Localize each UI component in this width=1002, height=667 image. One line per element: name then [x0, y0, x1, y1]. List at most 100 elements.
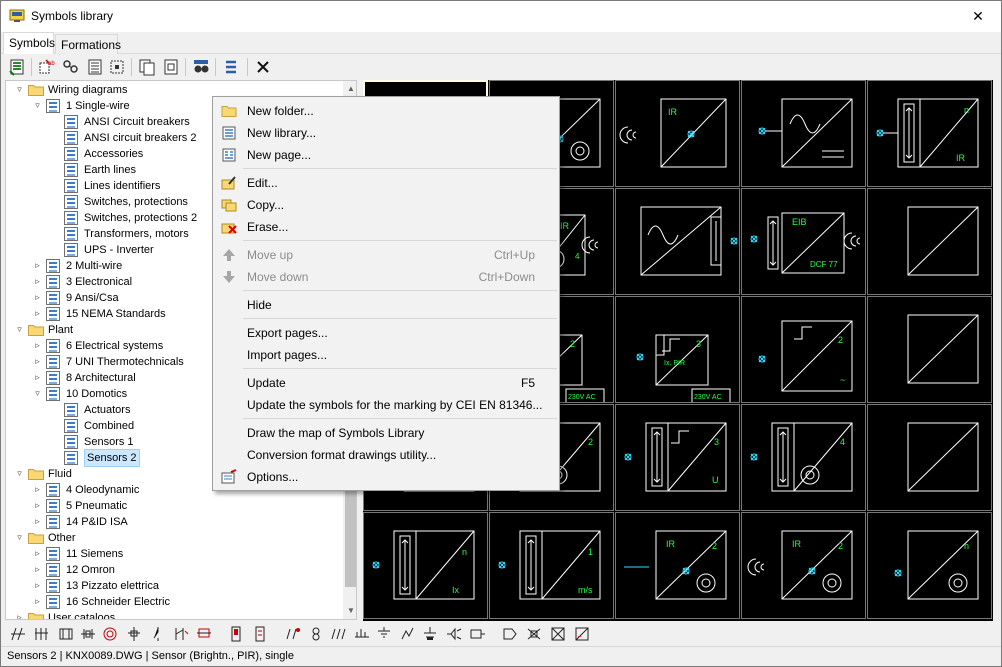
- coil-icon[interactable]: [125, 625, 143, 643]
- menu-item-erase[interactable]: Erase...: [215, 216, 557, 238]
- chevron-right-icon[interactable]: ▹: [32, 372, 43, 383]
- lamp-icon[interactable]: [101, 625, 119, 643]
- chevron-down-icon[interactable]: ▿: [14, 532, 25, 543]
- menu-item-edit[interactable]: Edit...: [215, 172, 557, 194]
- paste-page-icon[interactable]: [161, 57, 181, 77]
- sensor-icon[interactable]: [445, 625, 463, 643]
- tree-item[interactable]: ▹ 5 Pneumatic: [6, 498, 342, 514]
- menu-item-conversion-format-drawings-utility[interactable]: Conversion format drawings utility...: [215, 444, 557, 466]
- menu-item-new-library[interactable]: New library...: [215, 122, 557, 144]
- tree-item[interactable]: ▹ User cataloos: [6, 610, 342, 619]
- earth-icon[interactable]: [399, 625, 417, 643]
- symbol-cell[interactable]: [867, 404, 992, 511]
- relay-icon[interactable]: [57, 625, 75, 643]
- tree-item[interactable]: ▹ 14 P&ID ISA: [6, 514, 342, 530]
- fuse-icon[interactable]: [195, 625, 213, 643]
- list-view-icon[interactable]: [221, 57, 241, 77]
- box-diag-icon[interactable]: [597, 625, 615, 643]
- symbol-cell[interactable]: 1 m/s: [489, 512, 614, 619]
- chevron-right-icon[interactable]: ▹: [32, 484, 43, 495]
- pushbutton-icon[interactable]: [501, 625, 519, 643]
- capacitor-icon[interactable]: [375, 625, 393, 643]
- new-page-icon[interactable]: ab: [37, 57, 57, 77]
- scroll-down-icon[interactable]: ▼: [343, 603, 356, 619]
- symbol-cell[interactable]: n: [867, 512, 992, 619]
- close-window-button[interactable]: ✕: [955, 1, 1001, 32]
- menu-item-options[interactable]: Options...: [215, 466, 557, 488]
- transformer-icon[interactable]: [283, 625, 301, 643]
- menu-item-draw-the-map-of-symbols-library[interactable]: Draw the map of Symbols Library: [215, 422, 557, 444]
- menu-item-move-down[interactable]: Move down Ctrl+Down: [215, 266, 557, 288]
- symbol-cell[interactable]: n IR: [867, 80, 992, 187]
- chevron-right-icon[interactable]: ▹: [32, 548, 43, 559]
- socket-icon[interactable]: [421, 625, 439, 643]
- chevron-right-icon[interactable]: ▹: [32, 564, 43, 575]
- plug-icon[interactable]: [251, 625, 269, 643]
- symbol-cell[interactable]: [867, 296, 992, 403]
- chevron-right-icon[interactable]: ▹: [32, 596, 43, 607]
- symbol-cell[interactable]: IR: [615, 80, 740, 187]
- resistor-icon[interactable]: [353, 625, 371, 643]
- chevron-right-icon[interactable]: ▹: [32, 500, 43, 511]
- symbol-cell[interactable]: [615, 188, 740, 295]
- links-icon[interactable]: [61, 57, 81, 77]
- symbol-cell[interactable]: 4: [741, 404, 866, 511]
- tree-item[interactable]: ▿ Other: [6, 530, 342, 546]
- chevron-right-icon[interactable]: ▹: [32, 260, 43, 271]
- close-icon[interactable]: [253, 57, 273, 77]
- menu-item-copy[interactable]: Copy...: [215, 194, 557, 216]
- chevron-right-icon[interactable]: ▹: [14, 612, 25, 619]
- chevron-right-icon[interactable]: ▹: [32, 308, 43, 319]
- chevron-right-icon[interactable]: ▹: [32, 516, 43, 527]
- symbol-cell[interactable]: n Ix: [363, 512, 488, 619]
- meter-icon[interactable]: [227, 625, 245, 643]
- tree-item[interactable]: ▹ 12 Omron: [6, 562, 342, 578]
- speaker-icon[interactable]: [469, 625, 487, 643]
- diode-icon[interactable]: [329, 625, 347, 643]
- chevron-right-icon[interactable]: ▹: [32, 276, 43, 287]
- chevron-down-icon[interactable]: ▿: [14, 324, 25, 335]
- symbol-cell[interactable]: 3 Ix. PIR 230V AC: [615, 296, 740, 403]
- switch-icon[interactable]: [149, 625, 167, 643]
- symbol-cell[interactable]: [741, 80, 866, 187]
- symbol-cell[interactable]: 3U: [615, 404, 740, 511]
- chevron-down-icon[interactable]: ▿: [32, 388, 43, 399]
- symbol-cell[interactable]: IR 2: [615, 512, 740, 619]
- breaker-icon[interactable]: [171, 625, 189, 643]
- menu-item-new-folder[interactable]: New folder...: [215, 100, 557, 122]
- binoculars-icon[interactable]: [191, 57, 211, 77]
- tree-item[interactable]: ▹ 11 Siemens: [6, 546, 342, 562]
- menu-item-new-page[interactable]: New page...: [215, 144, 557, 166]
- chevron-right-icon[interactable]: ▹: [32, 340, 43, 351]
- scroll-up-icon[interactable]: ▲: [343, 81, 356, 97]
- symbol-cell[interactable]: 2 ~: [741, 296, 866, 403]
- terminal-icon[interactable]: [33, 625, 51, 643]
- tab-symbols[interactable]: Symbols: [3, 32, 55, 55]
- symbol-cell[interactable]: [867, 188, 992, 295]
- menu-item-import-pages[interactable]: Import pages...: [215, 344, 557, 366]
- menu-item-hide[interactable]: Hide: [215, 294, 557, 316]
- list-icon[interactable]: [85, 57, 105, 77]
- chevron-right-icon[interactable]: ▹: [32, 580, 43, 591]
- tree-item[interactable]: ▹ 13 Pizzato elettrica: [6, 578, 342, 594]
- select-frame-icon[interactable]: [107, 57, 127, 77]
- tree-item[interactable]: ▹ 16 Schneider Electric: [6, 594, 342, 610]
- chevron-right-icon[interactable]: ▹: [32, 356, 43, 367]
- menu-item-update[interactable]: Update F5: [215, 372, 557, 394]
- symbol-cell[interactable]: EIB DCF 77: [741, 188, 866, 295]
- box-x-icon[interactable]: [573, 625, 591, 643]
- motor-small-icon[interactable]: [549, 625, 567, 643]
- antenna-icon[interactable]: [307, 625, 325, 643]
- copy-page-icon[interactable]: [137, 57, 157, 77]
- symbol-cell[interactable]: IR 2: [741, 512, 866, 619]
- new-library-icon[interactable]: [7, 57, 27, 77]
- tab-formations[interactable]: Formations: [55, 34, 121, 54]
- chevron-down-icon[interactable]: ▿: [14, 84, 25, 95]
- menu-item-move-up[interactable]: Move up Ctrl+Up: [215, 244, 557, 266]
- chevron-down-icon[interactable]: ▿: [14, 468, 25, 479]
- chevron-down-icon[interactable]: ▿: [32, 100, 43, 111]
- menu-item-update-the-symbols-for-the-marking-by-cei-en-81346[interactable]: Update the symbols for the marking by CE…: [215, 394, 557, 416]
- chevron-right-icon[interactable]: ▹: [32, 292, 43, 303]
- valve-icon[interactable]: [525, 625, 543, 643]
- contact-icon[interactable]: [9, 625, 27, 643]
